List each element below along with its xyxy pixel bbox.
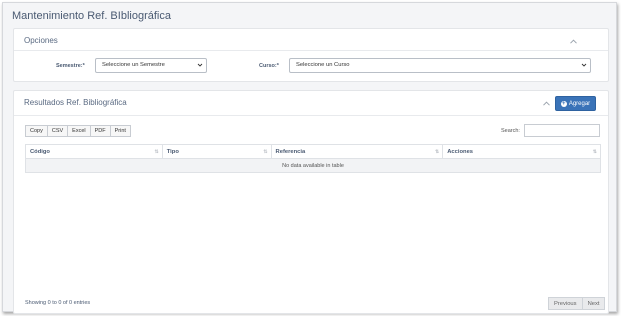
results-table: Código ⇅ Tipo ⇅ Referencia ⇅ Acciones ⇅ No d… <box>25 144 601 173</box>
previous-button[interactable]: Previous <box>548 297 583 310</box>
csv-button[interactable]: CSV <box>47 125 69 137</box>
results-panel: Resultados Ref. Bibliográfica + Agregar … <box>13 90 609 314</box>
print-button[interactable]: Print <box>110 125 131 137</box>
sort-icon: ⇅ <box>263 149 268 155</box>
chevron-up-icon[interactable] <box>541 98 551 108</box>
copy-button[interactable]: Copy <box>25 125 48 137</box>
curso-label: Curso:* <box>259 63 279 69</box>
search-label: Search: <box>501 128 520 134</box>
column-header-codigo[interactable]: Código ⇅ <box>25 144 163 159</box>
options-panel-title: Opciones <box>24 36 58 45</box>
column-header-referencia[interactable]: Referencia ⇅ <box>270 144 444 159</box>
column-header-tipo[interactable]: Tipo ⇅ <box>161 144 272 159</box>
column-header-label: Código <box>30 148 50 155</box>
chevron-down-icon <box>581 62 587 70</box>
pdf-button[interactable]: PDF <box>90 125 111 137</box>
add-button-label: Agregar <box>568 100 591 107</box>
chevron-down-icon <box>197 62 203 70</box>
sort-icon: ⇅ <box>154 149 159 155</box>
table-info: Showing 0 to 0 of 0 entries <box>25 300 91 306</box>
column-header-acciones[interactable]: Acciones ⇅ <box>442 144 601 159</box>
panel-divider <box>14 50 608 51</box>
semestre-label: Semestre:* <box>56 63 85 69</box>
column-header-label: Acciones <box>447 148 474 155</box>
page-title: Mantenimiento Ref. BIbliográfica <box>12 10 171 22</box>
excel-button[interactable]: Excel <box>68 125 91 137</box>
curso-select-value: Seleccione un Curso <box>296 62 350 68</box>
export-buttons: Copy CSV Excel PDF Print <box>25 125 131 137</box>
empty-table-message: No data available in table <box>25 158 601 173</box>
results-panel-title: Resultados Ref. Bibliográfica <box>24 98 127 107</box>
plus-circle-icon: + <box>560 100 567 107</box>
pagination: Previous Next <box>548 297 606 310</box>
next-button[interactable]: Next <box>582 297 606 310</box>
semestre-select[interactable]: Seleccione un Semestre <box>95 58 207 73</box>
add-button[interactable]: + Agregar <box>555 96 596 111</box>
curso-select[interactable]: Seleccione un Curso <box>289 58 591 73</box>
sort-icon: ⇅ <box>435 149 440 155</box>
semestre-select-value: Seleccione un Semestre <box>102 62 165 68</box>
options-panel: Opciones Semestre:* Seleccione un Semest… <box>13 28 609 82</box>
column-header-label: Referencia <box>275 148 306 155</box>
chevron-up-icon[interactable] <box>568 36 578 46</box>
sort-icon: ⇅ <box>592 149 597 155</box>
app-window: Mantenimiento Ref. BIbliográfica Opcione… <box>2 2 617 314</box>
search-input[interactable] <box>524 124 600 137</box>
column-header-label: Tipo <box>166 148 179 155</box>
panel-divider <box>14 115 608 116</box>
table-row: No data available in table <box>25 158 601 173</box>
